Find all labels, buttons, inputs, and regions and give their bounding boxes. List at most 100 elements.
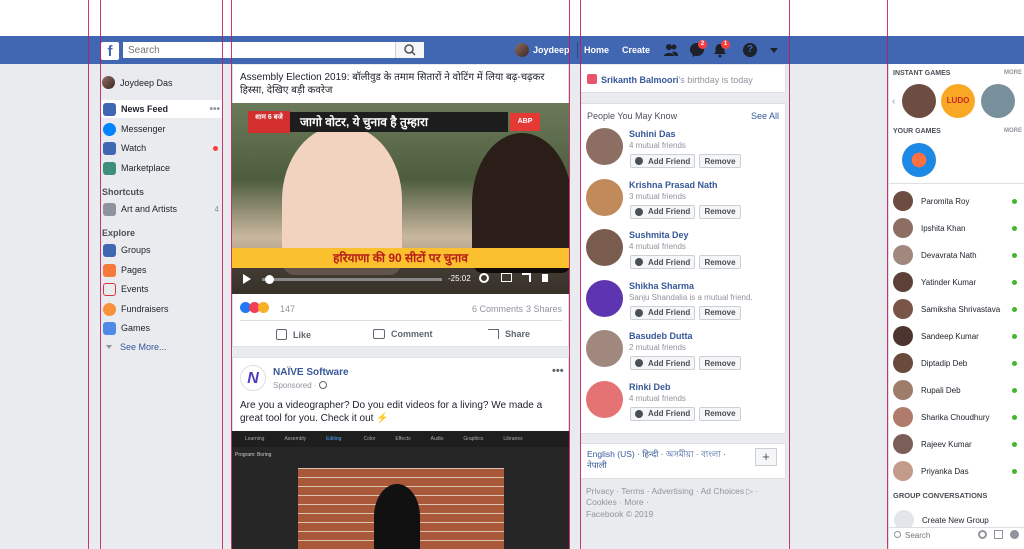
search-button[interactable] [395, 42, 424, 58]
chat-search-input[interactable] [905, 528, 969, 542]
sidebar-item-news-feed[interactable]: News Feed ••• [100, 100, 222, 118]
play-icon[interactable] [243, 274, 251, 284]
fullscreen-icon[interactable] [522, 273, 531, 282]
sidebar-item-label: Games [121, 323, 151, 333]
add-friend-button[interactable]: Add Friend [630, 204, 696, 219]
sidebar-item-marketplace[interactable]: Marketplace [100, 159, 222, 177]
remove-button[interactable]: Remove [699, 255, 741, 269]
remove-button[interactable]: Remove [699, 356, 741, 370]
share-button[interactable]: Share [488, 329, 530, 339]
facebook-logo-icon[interactable]: f [101, 42, 119, 60]
person-name[interactable]: Krishna Prasad Nath [629, 180, 718, 190]
chat-contact[interactable]: Samiksha Shrivastava [893, 298, 1021, 320]
see-more-link[interactable]: See More... [120, 342, 167, 352]
person-avatar[interactable] [586, 330, 623, 367]
picture-in-picture-icon[interactable] [501, 273, 512, 282]
profile-avatar[interactable] [515, 43, 529, 57]
chat-contact[interactable]: Sandeep Kumar [893, 325, 1021, 347]
add-friend-button[interactable]: Add Friend [630, 255, 696, 269]
language-list[interactable]: English (US) · हिन्दी · অসমীয়া · বাংলা … [587, 449, 737, 471]
video-progress-bar[interactable] [262, 278, 442, 281]
add-friend-button[interactable]: Add Friend [630, 305, 696, 320]
person-avatar[interactable] [586, 279, 623, 317]
instant-game-tile[interactable] [981, 84, 1015, 118]
your-games-more[interactable]: MORE [1004, 128, 1022, 134]
sponsor-page-name[interactable]: NAÏVE Software [273, 367, 349, 378]
comments-count[interactable]: 6 Comments [472, 304, 523, 314]
chat-contact[interactable]: Priyanka Das [893, 460, 1021, 482]
search-input[interactable] [123, 42, 395, 58]
add-language-button[interactable]: + [755, 448, 777, 466]
chat-compose-icon[interactable] [994, 530, 1003, 539]
chat-contact[interactable]: Sharika Choudhury [893, 406, 1021, 428]
person-avatar[interactable] [586, 128, 623, 165]
sidebar-profile-name[interactable]: Joydeep Das [120, 78, 173, 88]
create-group-link[interactable]: Create New Group [922, 516, 989, 525]
person-name[interactable]: Shikha Sharma [629, 281, 694, 291]
footer-links[interactable]: Privacy · Terms · Advertising · Ad Choic… [586, 486, 776, 508]
person-name[interactable]: Basudeb Dutta [629, 331, 693, 341]
person-name[interactable]: Sushmita Dey [629, 230, 689, 240]
page-logo[interactable]: N [240, 365, 266, 391]
sidebar-item-messenger[interactable]: Messenger [100, 120, 222, 138]
editor-tab: Color [363, 436, 376, 442]
person-avatar[interactable] [586, 178, 623, 216]
add-friend-button[interactable]: Add Friend [630, 154, 696, 168]
settings-gear-icon[interactable] [479, 273, 489, 283]
reactions-icons[interactable] [240, 302, 269, 313]
remove-button[interactable]: Remove [699, 305, 741, 320]
instant-game-tile[interactable] [902, 84, 936, 118]
add-friend-button[interactable]: Add Friend [630, 356, 696, 370]
chat-contact[interactable]: Paromita Roy [893, 190, 1021, 212]
online-status-dot [1012, 198, 1017, 204]
chat-new-group-icon[interactable] [1010, 530, 1019, 539]
shares-count[interactable]: 3 Shares [526, 304, 562, 314]
sidebar-item-events[interactable]: Events [100, 280, 222, 298]
sidebar-item-groups[interactable]: Groups [100, 241, 222, 259]
instant-games-more[interactable]: MORE [1004, 70, 1022, 76]
birthday-text[interactable]: Srikanth Balmoori's birthday is today [601, 75, 753, 85]
chat-contact[interactable]: Devavrata Nath [893, 244, 1021, 266]
chat-contact[interactable]: Diptadip Deb [893, 352, 1021, 374]
more-options-icon[interactable]: ••• [209, 104, 220, 115]
chat-settings-gear-icon[interactable] [978, 530, 987, 539]
comment-button[interactable]: Comment [373, 329, 433, 339]
birthday-name[interactable]: Srikanth Balmoori [601, 75, 679, 85]
profile-link[interactable]: Joydeep [533, 45, 570, 55]
remove-button[interactable]: Remove [699, 154, 741, 168]
person-name[interactable]: Suhini Das [629, 129, 676, 139]
chat-contact[interactable]: Rajeev Kumar [893, 433, 1021, 455]
chat-contact[interactable]: Rupali Deb [893, 379, 1021, 401]
post-options-icon[interactable]: ••• [552, 365, 564, 377]
chat-contact[interactable]: Yatinder Kumar [893, 271, 1021, 293]
video-progress-handle[interactable] [265, 275, 274, 284]
create-link[interactable]: Create [622, 45, 650, 55]
sidebar-item-pages[interactable]: Pages [100, 261, 222, 279]
person-avatar[interactable] [586, 380, 623, 418]
person-name[interactable]: Rinki Deb [629, 382, 671, 392]
friend-requests-icon[interactable] [663, 42, 679, 58]
like-button[interactable]: Like [276, 329, 311, 340]
add-friend-label: Add Friend [648, 358, 691, 368]
sidebar-item-art-and-artists[interactable]: Art and Artists 4 [100, 200, 222, 218]
person-avatar[interactable] [586, 229, 623, 266]
account-menu-chevron-icon[interactable] [770, 48, 778, 53]
candy-game-icon[interactable] [902, 143, 936, 177]
games-prev-chevron-icon[interactable]: ‹ [892, 96, 895, 107]
home-link[interactable]: Home [584, 45, 609, 55]
help-icon[interactable]: ? [743, 43, 757, 57]
mute-icon[interactable] [542, 274, 548, 282]
online-status-dot [1012, 468, 1017, 474]
reactions-count[interactable]: 147 [280, 304, 295, 314]
remove-button[interactable]: Remove [699, 406, 741, 421]
chat-contact[interactable]: Ipshita Khan [893, 217, 1021, 239]
sidebar-item-fundraisers[interactable]: Fundraisers [100, 300, 222, 318]
remove-button[interactable]: Remove [699, 204, 741, 219]
add-friend-button[interactable]: Add Friend [630, 406, 696, 421]
sidebar-item-games[interactable]: Games [100, 319, 222, 337]
see-all-link[interactable]: See All [751, 111, 779, 121]
instant-game-ludo[interactable]: LUDO [941, 84, 975, 118]
sidebar-profile-avatar[interactable] [102, 76, 115, 89]
contact-avatar [893, 218, 913, 238]
sidebar-item-watch[interactable]: Watch [100, 139, 222, 157]
